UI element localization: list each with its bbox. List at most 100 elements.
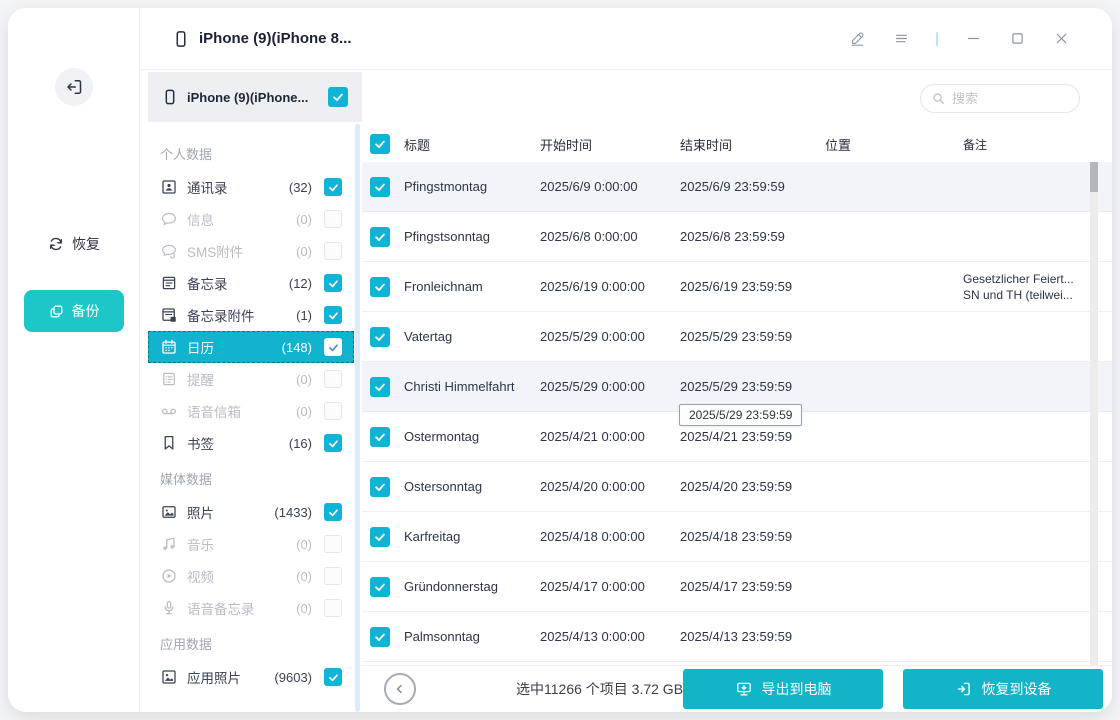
category-checkbox[interactable] — [324, 503, 342, 521]
category-checkbox[interactable] — [324, 535, 342, 553]
close-button[interactable] — [1052, 30, 1070, 48]
column-header-title[interactable]: 标题 — [404, 135, 540, 154]
category-checkbox[interactable] — [324, 306, 342, 324]
category-item-contacts[interactable]: 通讯录 (32) — [148, 171, 354, 203]
table-row[interactable]: Ostersonntag 2025/4/20 0:00:00 2025/4/20… — [362, 462, 1112, 512]
event-end-time: 2025/5/29 23:59:59 — [680, 379, 825, 394]
category-item-calendar[interactable]: 日历 (148) — [148, 331, 354, 363]
column-header-note[interactable]: 备注 — [963, 136, 1112, 153]
backup-copy-icon — [48, 303, 65, 320]
category-item-music[interactable]: 音乐 (0) — [148, 528, 354, 560]
category-checkbox[interactable] — [324, 274, 342, 292]
category-checkbox[interactable] — [324, 434, 342, 452]
maximize-button[interactable] — [1008, 30, 1026, 48]
category-count: (1433) — [274, 505, 312, 520]
select-all-checkbox[interactable] — [370, 134, 390, 154]
category-label: 通讯录 — [187, 177, 228, 197]
row-checkbox[interactable] — [370, 177, 390, 197]
category-section-label: 媒体数据 — [140, 459, 362, 496]
export-computer-icon — [735, 680, 753, 698]
video-icon — [160, 567, 178, 585]
category-item-bookmark[interactable]: 书签 (16) — [148, 427, 354, 459]
row-checkbox[interactable] — [370, 627, 390, 647]
category-item-reminders[interactable]: 提醒 (0) — [148, 363, 354, 395]
menu-button[interactable] — [892, 30, 910, 48]
row-checkbox[interactable] — [370, 577, 390, 597]
row-checkbox[interactable] — [370, 477, 390, 497]
category-checkbox[interactable] — [324, 402, 342, 420]
event-end-time: 2025/6/19 23:59:59 — [680, 279, 825, 294]
category-item-app-photos[interactable]: 应用照片 (9603) — [148, 661, 354, 693]
nav-item-restore[interactable]: 恢复 — [47, 234, 100, 254]
table-scrollbar-thumb[interactable] — [1090, 162, 1098, 192]
category-item-video[interactable]: 视频 (0) — [148, 560, 354, 592]
category-label: 备忘录 — [187, 273, 228, 293]
category-item-voice-memo[interactable]: 语音备忘录 (0) — [148, 592, 354, 624]
category-checkbox[interactable] — [324, 338, 342, 356]
table-row[interactable]: Karfreitag 2025/4/18 0:00:00 2025/4/18 2… — [362, 512, 1112, 562]
edit-pen-button[interactable] — [848, 30, 866, 48]
table-row[interactable]: Palmsonntag 2025/4/13 0:00:00 2025/4/13 … — [362, 612, 1112, 662]
category-count: (0) — [296, 601, 312, 616]
column-header-end[interactable]: 结束时间 — [680, 135, 825, 154]
table-row[interactable]: Gründonnerstag 2025/4/17 0:00:00 2025/4/… — [362, 562, 1112, 612]
category-item-notes[interactable]: 备忘录 (12) — [148, 267, 354, 299]
row-checkbox[interactable] — [370, 527, 390, 547]
category-label: 照片 — [187, 502, 214, 522]
row-checkbox[interactable] — [370, 327, 390, 347]
nav-item-backup[interactable]: 备份 — [24, 290, 124, 332]
selection-summary: 选中11266 个项目 3.72 GB — [516, 679, 683, 699]
device-header[interactable]: iPhone (9)(iPhone... — [148, 72, 362, 122]
category-count: (0) — [296, 537, 312, 552]
table-header: 标题 开始时间 结束时间 位置 备注 — [362, 126, 1112, 162]
page-back-button[interactable] — [384, 673, 416, 705]
row-checkbox[interactable] — [370, 427, 390, 447]
panel-scrollbar[interactable] — [355, 124, 360, 712]
minimize-button[interactable] — [964, 30, 982, 48]
event-start-time: 2025/6/9 0:00:00 — [540, 179, 680, 194]
table-row[interactable]: Pfingstsonntag 2025/6/8 0:00:00 2025/6/8… — [362, 212, 1112, 262]
table-row[interactable]: Fronleichnam 2025/6/19 0:00:00 2025/6/19… — [362, 262, 1112, 312]
footer-bar: 选中11266 个项目 3.72 GB 导出到电脑 恢复到设备 — [362, 665, 1112, 712]
row-checkbox[interactable] — [370, 277, 390, 297]
category-checkbox[interactable] — [324, 370, 342, 388]
category-label: 信息 — [187, 209, 214, 229]
event-title: Karfreitag — [404, 529, 540, 544]
search-box[interactable] — [920, 84, 1080, 113]
category-count: (16) — [289, 436, 312, 451]
column-header-location[interactable]: 位置 — [825, 135, 963, 154]
row-checkbox[interactable] — [370, 377, 390, 397]
category-checkbox[interactable] — [324, 210, 342, 228]
category-item-sms-attachment[interactable]: SMS附件 (0) — [148, 235, 354, 267]
left-nav: 恢复 备份 — [8, 8, 140, 712]
window-title: iPhone (9)(iPhone 8... — [199, 30, 352, 47]
exit-button[interactable] — [55, 68, 93, 106]
calendar-icon — [160, 338, 178, 356]
category-count: (32) — [289, 180, 312, 195]
column-header-start[interactable]: 开始时间 — [540, 135, 680, 154]
export-to-computer-button[interactable]: 导出到电脑 — [683, 669, 883, 709]
category-checkbox[interactable] — [324, 178, 342, 196]
maximize-icon — [1009, 30, 1026, 47]
event-title: Pfingstmontag — [404, 179, 540, 194]
table-scrollbar[interactable] — [1090, 162, 1098, 665]
category-item-notes-attachment[interactable]: 备忘录附件 (1) — [148, 299, 354, 331]
table-row[interactable]: Vatertag 2025/5/29 0:00:00 2025/5/29 23:… — [362, 312, 1112, 362]
category-checkbox[interactable] — [324, 599, 342, 617]
category-checkbox[interactable] — [324, 242, 342, 260]
category-count: (0) — [296, 372, 312, 387]
exit-icon — [64, 77, 84, 97]
edit-pen-icon — [849, 30, 866, 47]
category-checkbox[interactable] — [324, 567, 342, 585]
category-item-voicemail[interactable]: 语音信箱 (0) — [148, 395, 354, 427]
row-checkbox[interactable] — [370, 227, 390, 247]
restore-to-device-button[interactable]: 恢复到设备 — [903, 669, 1103, 709]
content-area: 标题 开始时间 结束时间 位置 备注 Pfingstmontag 2025/6/… — [362, 70, 1112, 712]
device-checkbox[interactable] — [328, 87, 348, 107]
category-checkbox[interactable] — [324, 668, 342, 686]
search-input[interactable] — [952, 91, 1069, 106]
table-row[interactable]: Pfingstmontag 2025/6/9 0:00:00 2025/6/9 … — [362, 162, 1112, 212]
category-label: 音乐 — [187, 534, 214, 554]
category-item-messages[interactable]: 信息 (0) — [148, 203, 354, 235]
category-item-photos[interactable]: 照片 (1433) — [148, 496, 354, 528]
